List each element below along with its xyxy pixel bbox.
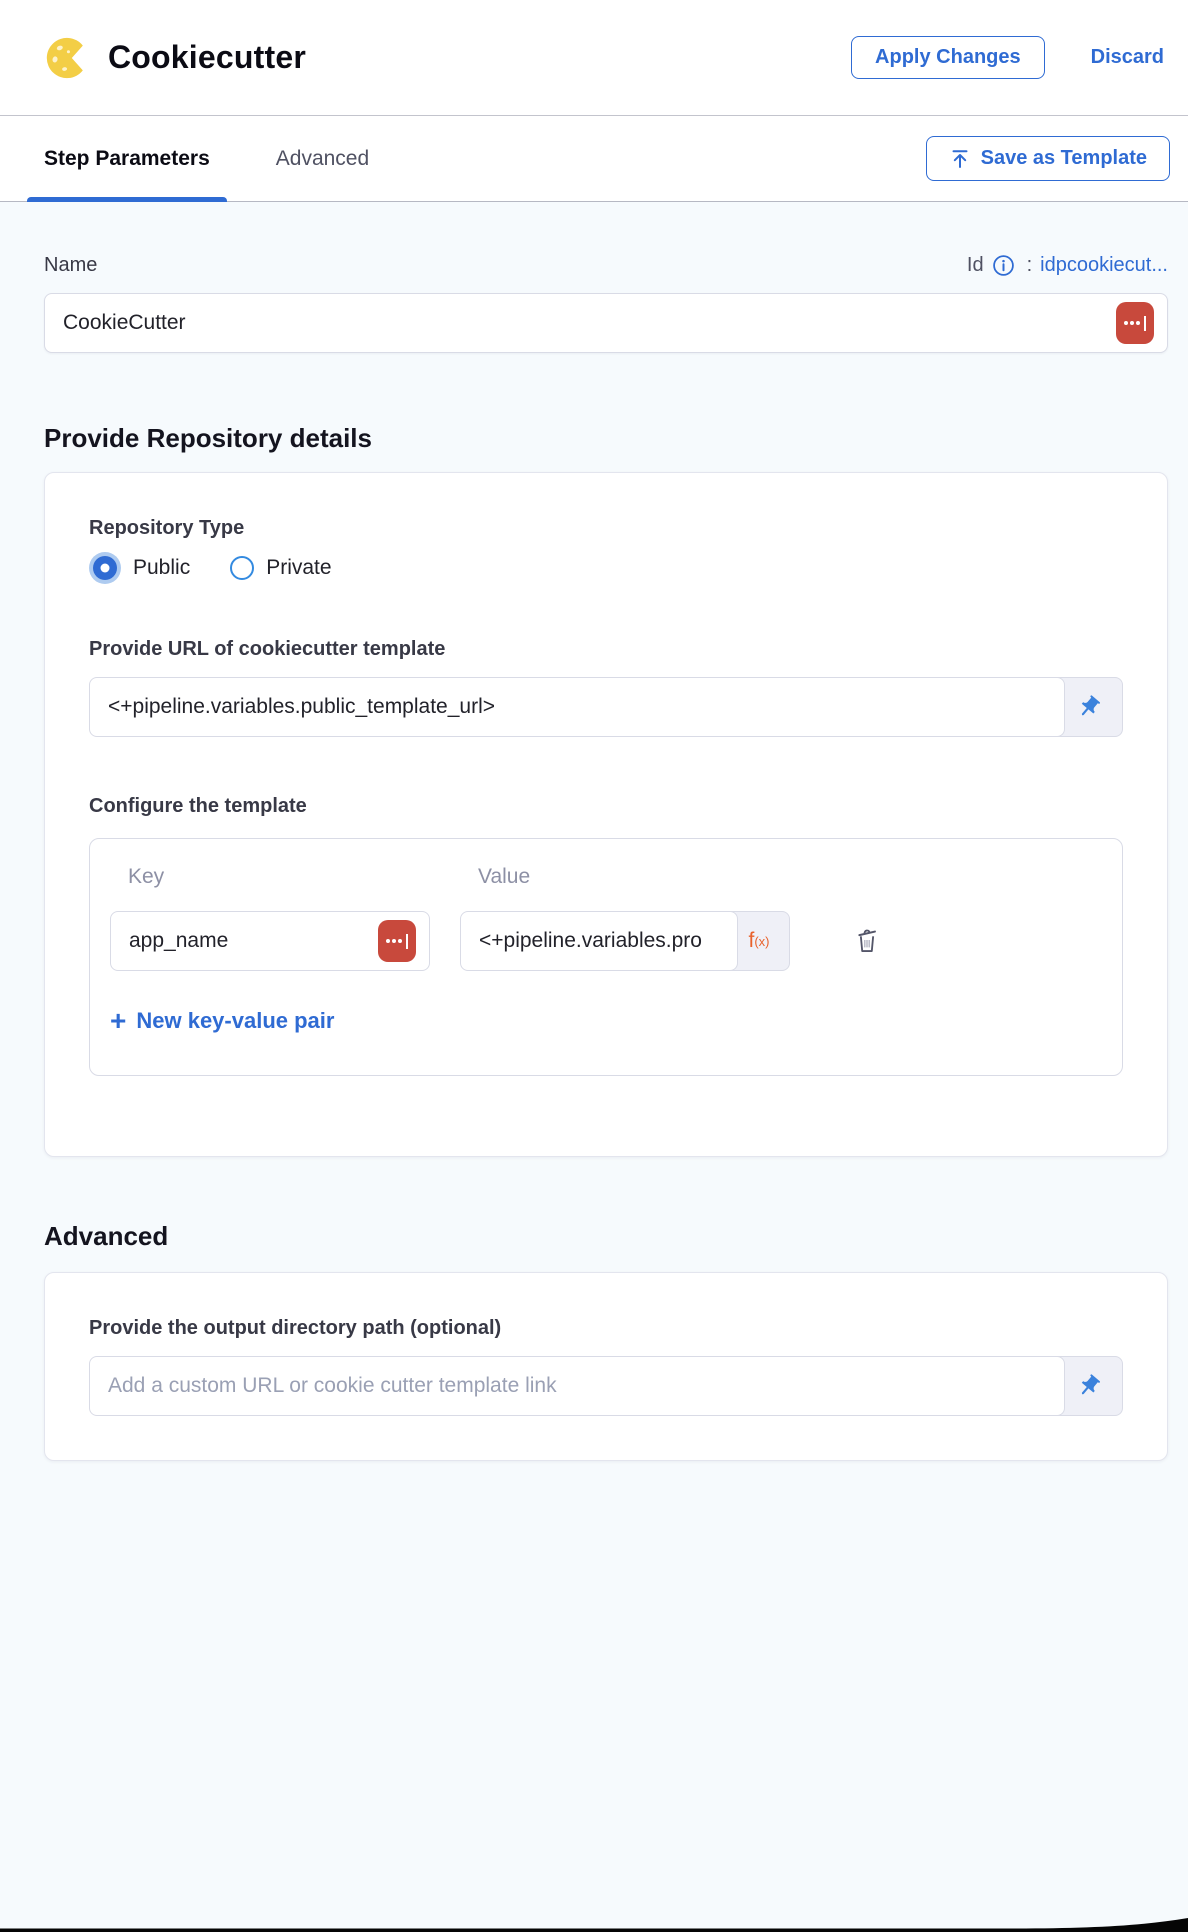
- discard-button[interactable]: Discard: [1091, 46, 1164, 69]
- repository-section-heading: Provide Repository details: [44, 423, 1168, 454]
- advanced-section-heading: Advanced: [44, 1221, 1168, 1252]
- pin-input-button[interactable]: [1055, 677, 1123, 737]
- tab-advanced[interactable]: Advanced: [276, 116, 369, 201]
- id-colon: :: [1027, 254, 1033, 277]
- radio-selected-icon: [93, 556, 117, 580]
- tab-step-parameters[interactable]: Step Parameters: [44, 116, 210, 201]
- kv-value-header: Value: [460, 865, 790, 889]
- configure-template-label: Configure the template: [89, 795, 1123, 818]
- repository-type-label: Repository Type: [89, 517, 1123, 540]
- trash-icon: [852, 924, 882, 956]
- upload-icon: [949, 148, 971, 170]
- cookiecutter-step-panel: Cookiecutter Apply Changes Discard Step …: [0, 0, 1188, 1932]
- apply-changes-button[interactable]: Apply Changes: [851, 36, 1045, 79]
- id-value: idpcookiecut...: [1040, 254, 1168, 277]
- radio-unselected-icon: [230, 556, 254, 580]
- header: Cookiecutter Apply Changes Discard: [0, 0, 1188, 116]
- save-as-template-button[interactable]: Save as Template: [926, 136, 1170, 181]
- output-directory-input[interactable]: [89, 1356, 1065, 1416]
- advanced-card: Provide the output directory path (optio…: [44, 1272, 1168, 1461]
- password-manager-icon[interactable]: [378, 920, 416, 962]
- plus-icon: +: [110, 1007, 126, 1035]
- kv-row-key-wrap: [110, 911, 430, 971]
- pin-icon: [1076, 694, 1102, 720]
- delete-row-button[interactable]: [848, 920, 886, 963]
- id-label: Id: [967, 254, 984, 277]
- template-url-label: Provide URL of cookiecutter template: [89, 638, 1123, 661]
- template-url-input[interactable]: [89, 677, 1065, 737]
- pin-icon: [1076, 1373, 1102, 1399]
- add-key-value-button[interactable]: + New key-value pair: [110, 1007, 1098, 1035]
- info-icon[interactable]: [992, 254, 1015, 277]
- cookiecutter-logo-icon: [44, 35, 90, 81]
- step-parameters-panel: Name Id : idpcookiecut... Provide Reposi…: [0, 202, 1188, 1932]
- repository-type-radio-group: Public Private: [89, 556, 1123, 580]
- key-value-box: Key Value f(x): [89, 838, 1123, 1076]
- output-directory-label: Provide the output directory path (optio…: [89, 1317, 1123, 1340]
- tab-bar: Step Parameters Advanced Save as Templat…: [0, 116, 1188, 202]
- repository-details-card: Repository Type Public Private Provide U…: [44, 472, 1168, 1157]
- output-directory-input-group: [89, 1356, 1123, 1416]
- template-url-input-group: [89, 677, 1123, 737]
- page-title: Cookiecutter: [108, 39, 306, 76]
- name-input[interactable]: [44, 293, 1168, 353]
- password-manager-icon[interactable]: [1116, 302, 1154, 344]
- kv-value-input[interactable]: [460, 911, 738, 971]
- name-field-label: Name: [44, 254, 97, 277]
- radio-private[interactable]: Private: [230, 556, 331, 580]
- kv-row-value-group: f(x): [460, 911, 790, 971]
- kv-key-header: Key: [110, 865, 430, 889]
- pin-input-button[interactable]: [1055, 1356, 1123, 1416]
- radio-public[interactable]: Public: [89, 556, 190, 580]
